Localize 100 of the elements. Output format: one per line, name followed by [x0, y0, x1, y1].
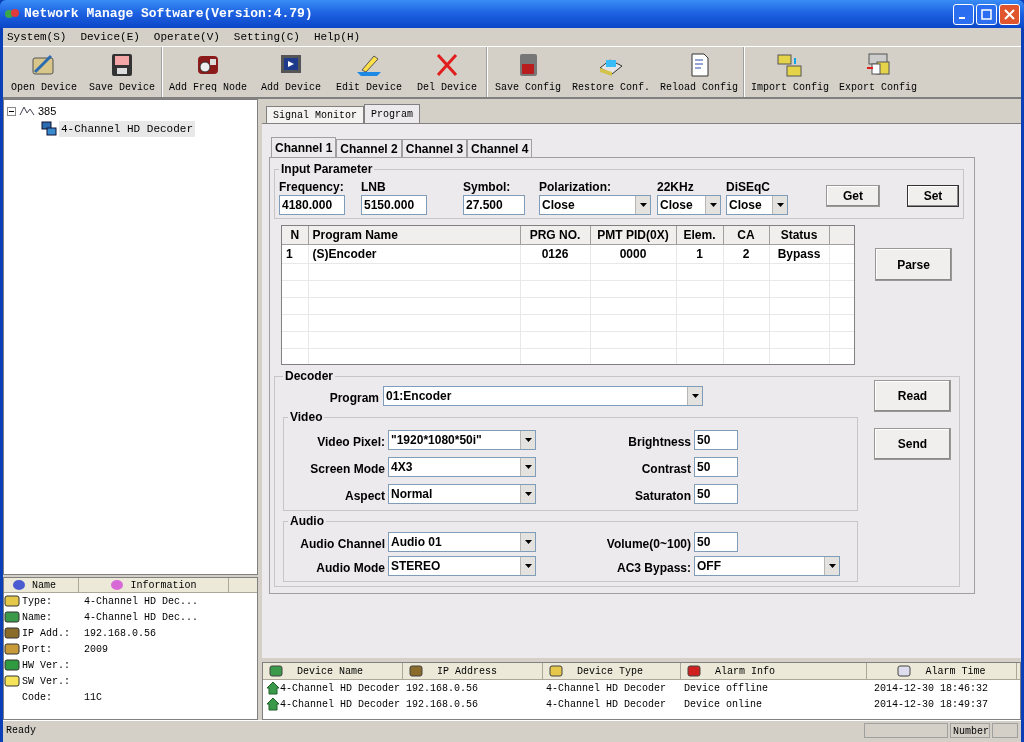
tab[interactable]: Channel 4 [467, 139, 533, 157]
property-label: Type: [22, 594, 52, 609]
table-cell-text: 192.168.0.56 [406, 697, 478, 712]
collapse-icon[interactable] [7, 106, 16, 116]
app-icon [4, 7, 20, 21]
caret-icon [520, 484, 535, 503]
button[interactable]: Get [826, 185, 880, 207]
group-title: Video [289, 409, 324, 426]
property-label: IP Add.: [22, 626, 70, 641]
menu-item[interactable]: Operate(V) [153, 28, 220, 46]
field-label: Aspect [344, 487, 386, 505]
input-field[interactable]: 50 [694, 532, 738, 552]
table-cell-text: 4-Channel HD Decoder [546, 681, 667, 696]
minimize-icon[interactable] [953, 3, 974, 25]
tree-item[interactable]: 4-Channel HD Decoder [59, 120, 196, 137]
column-header[interactable]: Alarm Info [681, 663, 867, 679]
menu-item[interactable]: Setting(C) [233, 28, 300, 46]
input-field[interactable]: 50 [694, 429, 738, 450]
table-cell: 1 [286, 247, 293, 261]
caret-icon [705, 196, 720, 214]
toolbar-button[interactable]: Edit Device [330, 47, 408, 97]
column-header[interactable]: N [282, 226, 308, 245]
menu-item[interactable]: Help(H) [313, 28, 361, 46]
toolbar-button[interactable]: Open Device [5, 47, 83, 97]
field-label: LNB [361, 179, 387, 195]
close-icon[interactable] [999, 3, 1020, 25]
button[interactable]: Read [874, 380, 951, 412]
menu-item[interactable]: Device(E) [80, 28, 140, 46]
column-header[interactable]: Status [769, 226, 829, 245]
dropdown[interactable]: Normal [388, 483, 536, 504]
field-label: Contrast [640, 460, 692, 478]
button[interactable]: Parse [875, 248, 952, 281]
dropdown[interactable]: Close [657, 195, 721, 215]
dropdown[interactable]: 4X3 [388, 456, 536, 477]
tree-item[interactable]: 385 [38, 103, 57, 120]
table-cell: Bypass [777, 247, 821, 261]
tab[interactable]: Program [364, 104, 421, 123]
property-label: Code: [22, 690, 52, 705]
dropdown[interactable]: 01:Encoder [383, 386, 703, 406]
button[interactable]: Set [907, 185, 959, 207]
dropdown[interactable]: Close [726, 195, 788, 215]
table-cell-text: 2014-12-30 18:46:32 [874, 681, 989, 696]
tab[interactable]: Signal Monitor [266, 106, 364, 123]
toolbar-button[interactable]: Import Config [746, 47, 835, 97]
toolbar-button[interactable]: Restore Conf. [567, 47, 656, 97]
column-header[interactable]: PRG NO. [520, 226, 590, 245]
column-header[interactable]: CA [723, 226, 769, 245]
menu-item[interactable]: System(S) [7, 28, 67, 46]
toolbar-button[interactable]: Save Config [489, 47, 567, 97]
group-title: Decoder [284, 368, 335, 385]
column-header[interactable]: Information [79, 578, 229, 592]
button[interactable]: Send [874, 428, 951, 460]
column-header[interactable]: Alarm Time [867, 663, 1017, 679]
tab[interactable]: Channel 2 [336, 139, 402, 157]
field-label: Audio Mode [315, 560, 386, 577]
toolbar-button[interactable]: Add Freq Node [164, 47, 252, 97]
field-label: Symbol: [463, 179, 512, 195]
tab[interactable]: Channel 3 [401, 139, 468, 157]
toolbar-button[interactable]: Save Device [83, 47, 161, 97]
property-value: 11C [84, 690, 102, 705]
field-label: Saturaton [634, 487, 692, 505]
property-value: 4-Channel HD Dec... [84, 610, 199, 625]
input-field[interactable]: 50 [694, 483, 738, 504]
device-icon [266, 697, 280, 711]
toolbar-button[interactable]: Export Config [834, 47, 923, 97]
column-header[interactable]: Elem. [676, 226, 723, 245]
toolbar-button[interactable]: Del Device [408, 47, 486, 97]
column-header[interactable]: Device Type [543, 663, 681, 679]
caret-icon [635, 196, 650, 214]
column-header[interactable]: Name [4, 578, 79, 592]
group-title: Input Parameter [280, 161, 374, 178]
table-cell-text: 2014-12-30 18:49:37 [874, 697, 989, 712]
input-field[interactable]: 5150.000 [361, 195, 427, 215]
status-panel: Number [950, 722, 990, 738]
tab[interactable]: Channel 1 [271, 137, 337, 157]
field-label: Volume(0~100) [605, 536, 692, 553]
dropdown[interactable]: Close [539, 195, 651, 215]
column-header[interactable]: IP Address [403, 663, 543, 679]
status-panel [992, 722, 1018, 738]
table-cell-text: 192.168.0.56 [406, 681, 478, 696]
caret-icon [772, 196, 787, 214]
dropdown[interactable]: Audio 01 [388, 532, 536, 552]
caret-icon [520, 557, 535, 575]
table-cell: 0000 [619, 247, 647, 261]
dropdown[interactable]: STEREO [388, 556, 536, 576]
toolbar-button[interactable]: Add Device [252, 47, 330, 97]
caret-icon [520, 457, 535, 476]
input-field[interactable]: 50 [694, 456, 738, 477]
column-header[interactable]: PMT PID(0X) [590, 226, 676, 245]
table-cell-text: 4-Channel HD Decoder [280, 681, 401, 696]
toolbar-button[interactable]: Reload Config [655, 47, 744, 97]
column-header[interactable]: Program Name [308, 226, 520, 245]
dropdown[interactable]: OFF [694, 556, 840, 576]
property-label: SW Ver.: [22, 674, 70, 689]
column-header[interactable]: Device Name [263, 663, 403, 679]
input-field[interactable]: 27.500 [463, 195, 525, 215]
input-field[interactable]: 4180.000 [279, 195, 345, 215]
maximize-icon[interactable] [976, 3, 997, 25]
dropdown[interactable]: "1920*1080*50i" [388, 429, 536, 450]
caret-icon [687, 387, 702, 405]
